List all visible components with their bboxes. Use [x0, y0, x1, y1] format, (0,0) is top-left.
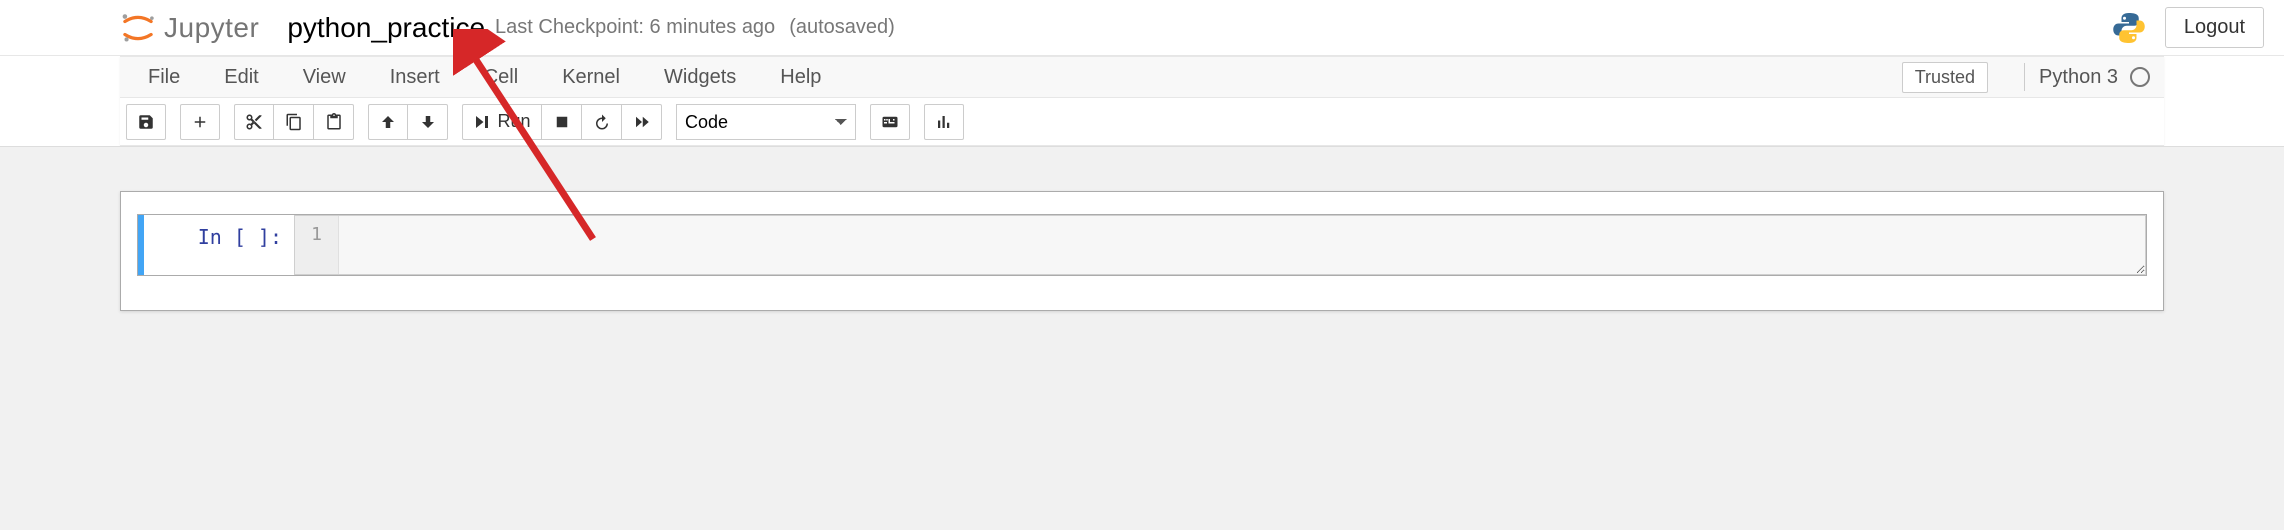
arrow-up-icon	[379, 113, 397, 131]
jupyter-logo[interactable]: Jupyter	[120, 12, 259, 44]
copy-button[interactable]	[274, 104, 314, 140]
toolbar: Run Code	[120, 98, 2164, 146]
keyboard-icon	[881, 113, 899, 131]
menu-file[interactable]: File	[126, 57, 202, 97]
restart-icon	[593, 113, 611, 131]
python-icon	[2111, 10, 2147, 46]
menu-edit[interactable]: Edit	[202, 57, 280, 97]
cell-type-select[interactable]: Code	[676, 104, 856, 140]
menu-help[interactable]: Help	[758, 57, 843, 97]
menu-view[interactable]: View	[281, 57, 368, 97]
run-label: Run	[497, 111, 530, 132]
menu-widgets[interactable]: Widgets	[642, 57, 758, 97]
save-icon	[137, 113, 155, 131]
insert-cell-button[interactable]	[180, 104, 220, 140]
notebook-name[interactable]: python_practice	[287, 12, 485, 44]
trusted-indicator[interactable]: Trusted	[1902, 62, 1988, 93]
notebook-work-area: In [ ]: 1	[0, 146, 2284, 530]
logout-button[interactable]: Logout	[2165, 7, 2264, 48]
fast-forward-icon	[633, 113, 651, 131]
interrupt-kernel-button[interactable]	[542, 104, 582, 140]
move-cell-up-button[interactable]	[368, 104, 408, 140]
code-editor[interactable]	[339, 216, 2145, 274]
autosave-status: (autosaved)	[789, 16, 895, 39]
chart-button[interactable]	[924, 104, 964, 140]
command-palette-button[interactable]	[870, 104, 910, 140]
cut-button[interactable]	[234, 104, 274, 140]
kernel-name: Python 3	[2039, 66, 2118, 89]
paste-button[interactable]	[314, 104, 354, 140]
cell-input-prompt: In [ ]:	[144, 215, 294, 275]
move-cell-down-button[interactable]	[408, 104, 448, 140]
notebook-container: In [ ]: 1	[120, 191, 2164, 311]
kernel-indicator[interactable]: Python 3	[2024, 63, 2150, 91]
paste-icon	[325, 113, 343, 131]
line-number: 1	[295, 216, 339, 274]
menu-insert[interactable]: Insert	[368, 57, 462, 97]
restart-run-all-button[interactable]	[622, 104, 662, 140]
checkpoint-status: Last Checkpoint: 6 minutes ago	[495, 16, 775, 39]
save-button[interactable]	[126, 104, 166, 140]
step-forward-icon	[473, 113, 491, 131]
cut-icon	[245, 113, 263, 131]
run-cell-button[interactable]: Run	[462, 104, 542, 140]
plus-icon	[191, 113, 209, 131]
menubar: File Edit View Insert Cell Kernel Widget…	[120, 56, 2164, 98]
stop-icon	[553, 113, 571, 131]
jupyter-logo-text: Jupyter	[164, 12, 259, 44]
notebook-header: Jupyter python_practice Last Checkpoint:…	[0, 0, 2284, 56]
code-cell[interactable]: In [ ]: 1	[137, 214, 2147, 276]
menu-kernel[interactable]: Kernel	[540, 57, 642, 97]
bar-chart-icon	[935, 113, 953, 131]
jupyter-logo-icon	[120, 13, 156, 43]
cell-input-area[interactable]: 1	[294, 215, 2146, 275]
copy-icon	[285, 113, 303, 131]
restart-kernel-button[interactable]	[582, 104, 622, 140]
kernel-idle-icon	[2130, 67, 2150, 87]
menu-cell[interactable]: Cell	[462, 57, 540, 97]
arrow-down-icon	[419, 113, 437, 131]
